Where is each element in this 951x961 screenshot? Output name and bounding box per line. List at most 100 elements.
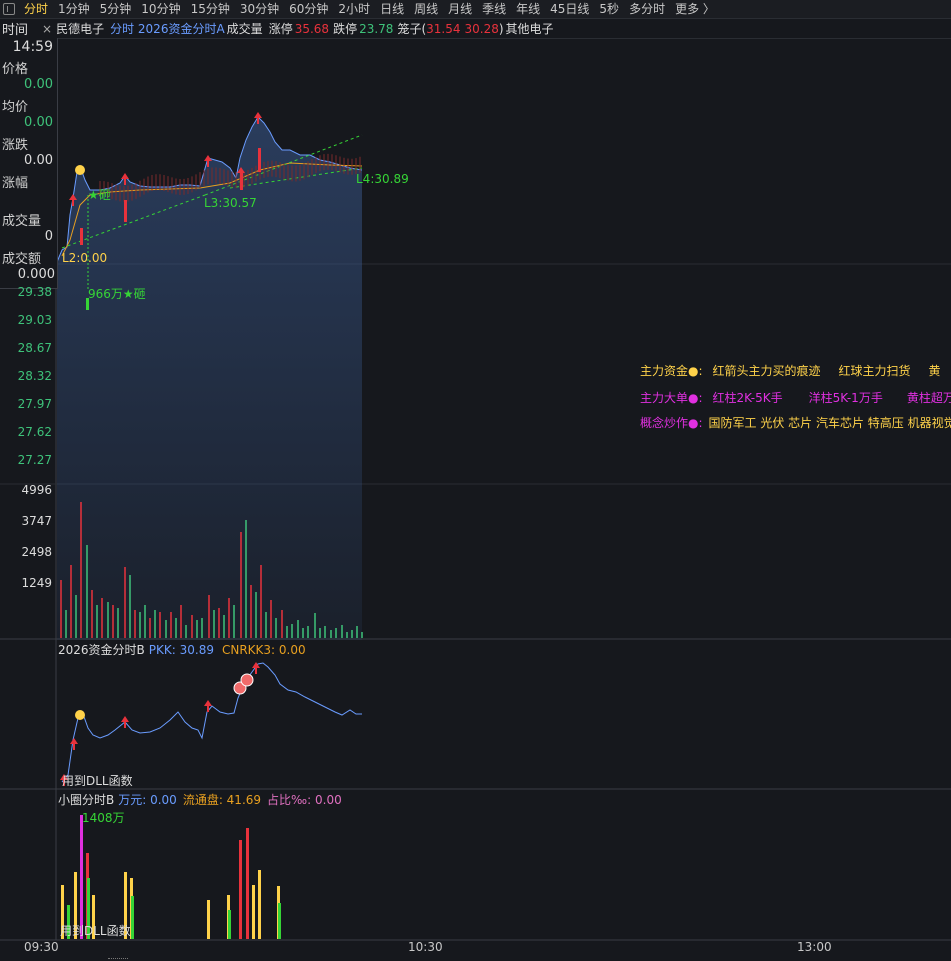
cage-high: 31.54: [426, 21, 461, 36]
cage-close: ): [498, 21, 504, 36]
yellow-ball-icon: [75, 710, 85, 720]
sector-name[interactable]: 其他电子: [506, 20, 554, 37]
tab-14[interactable]: 5秒: [594, 1, 624, 18]
subC-big-label: 1408万: [82, 811, 125, 825]
limit-down-value: 23.78: [359, 21, 394, 36]
buy-arrow-icon: [252, 662, 260, 674]
main-fund-bar: [124, 200, 127, 222]
subC-bar: [207, 900, 210, 939]
intraday-chart[interactable]: [0, 0, 951, 961]
info-bar: 时间 × 民德电子 分时 2026资金分时A 成交量 涨停 35.68 跌停 2…: [0, 19, 951, 39]
subB-header: 2026资金分时B PKK: 30.89 CNRKK3: 0.00: [58, 641, 306, 658]
main-fund-bar: [80, 228, 83, 245]
tab-7[interactable]: 2小时: [333, 1, 375, 18]
close-icon[interactable]: ×: [42, 22, 52, 36]
tab-13[interactable]: 45日线: [545, 1, 594, 18]
subC-bar: [80, 815, 83, 939]
price-tick: 27.62: [17, 425, 52, 439]
panel-time: 14:59: [12, 39, 53, 55]
buy-arrow-icon: [70, 738, 78, 750]
volume-tick: 2498: [21, 545, 52, 559]
legend-main-fund-title: 主力资金●:: [640, 364, 703, 378]
subB-line: [61, 662, 362, 783]
legend-concept-list: 国防军工 光伏 芯片 汽车芯片 特高压 机器视觉: [708, 416, 951, 430]
volume-tick: 3747: [21, 514, 52, 528]
subB-dll-note: 用到DLL函数: [62, 774, 133, 788]
amt-label: 成交额: [2, 252, 42, 267]
price-tick: 29.03: [17, 313, 52, 327]
subC-ltp: 流通盘: 41.69: [182, 793, 262, 807]
subC-bar: [258, 870, 261, 939]
tab-4[interactable]: 15分钟: [186, 1, 235, 18]
subC-bar: [246, 828, 249, 939]
label-l3: L3:30.57: [204, 196, 257, 210]
buy-arrow-icon: [237, 167, 245, 179]
buy-arrow-icon: [204, 700, 212, 712]
legend-main-yellow: 黄: [928, 364, 941, 378]
label-big-smash: 966万★砸: [88, 287, 146, 301]
sidebar-toggle-icon[interactable]: [3, 3, 15, 15]
formula-name[interactable]: 分时 2026资金分时A: [110, 20, 225, 37]
amt-value: 0.000: [17, 267, 55, 282]
legend-row-main-fund: 主力资金●: 红箭头主力买的痕迹 红球主力扫货 黄: [640, 362, 951, 379]
price-tick: 28.67: [17, 341, 52, 355]
main-fund-bar: [258, 148, 261, 172]
tab-9[interactable]: 周线: [409, 1, 443, 18]
tab-12[interactable]: 年线: [511, 1, 545, 18]
time-axis-1300: 13:00: [797, 940, 832, 954]
trend-line-1: [61, 194, 206, 249]
trend-line-3: [229, 167, 363, 189]
tab-5[interactable]: 30分钟: [235, 1, 284, 18]
tab-0[interactable]: 分时: [19, 1, 53, 18]
limit-down-label: 跌停: [333, 22, 358, 36]
price-value: 0.00: [24, 77, 53, 92]
red-ball-icon: [233, 681, 247, 695]
tab-15[interactable]: 多分时: [624, 1, 670, 18]
tab-16[interactable]: 更多 〉: [670, 1, 720, 18]
label-l2: L2:0.00: [62, 251, 108, 265]
legend-big-order-title: 主力大单●:: [640, 391, 703, 405]
subB-cnr: CNRKK3: 0.00: [221, 643, 306, 657]
tab-3[interactable]: 10分钟: [136, 1, 185, 18]
main-fund-bar: [240, 170, 243, 190]
time-axis-1030: 10:30: [408, 940, 443, 954]
legend-ocean-bar: 洋柱5K-1万手: [808, 391, 883, 405]
subC-zb: 占比‰: 0.00: [267, 793, 342, 807]
buy-arrow-icon: [254, 112, 262, 124]
legend-row-concept: 概念炒作●: 国防军工 光伏 芯片 汽车芯片 特高压 机器视觉: [640, 414, 951, 431]
tab-1[interactable]: 1分钟: [53, 1, 95, 18]
subC-title[interactable]: 小圈分时B: [58, 793, 114, 807]
red-ball-icon: [240, 673, 254, 687]
stock-name[interactable]: 民德电子: [56, 20, 104, 37]
tab-6[interactable]: 60分钟: [284, 1, 333, 18]
tab-2[interactable]: 5分钟: [95, 1, 137, 18]
limit-up-value: 35.68: [294, 21, 330, 36]
legend-concept-title: 概念炒作●:: [640, 416, 703, 430]
tab-8[interactable]: 日线: [375, 1, 409, 18]
limit-up-label: 涨停: [268, 22, 293, 36]
price-tick: 27.97: [17, 397, 52, 411]
quote-panel: 14:59 价格 0.00 均价 0.00 涨跌 0.00 涨幅 成交量 0 成…: [0, 38, 58, 289]
period-tab-bar: 分时 1分钟 5分钟 10分钟 15分钟 30分钟 60分钟 2小时 日线 周线 月线 季线 年线 45日…: [0, 0, 951, 19]
pct-label: 涨幅: [2, 176, 29, 191]
tab-11[interactable]: 季线: [477, 1, 511, 18]
subB-title[interactable]: 2026资金分时B: [58, 643, 145, 657]
volume-label: 成交量: [226, 22, 263, 36]
chg-value: 0.00: [24, 153, 53, 168]
legend-main-ball: 红球主力扫货: [838, 364, 911, 378]
legend-row-big-order: 主力大单●: 红柱2K-5K手 洋柱5K-1万手 黄柱超万: [640, 389, 951, 406]
subC-header: 小圈分时B 万元: 0.00 流通盘: 41.69 占比‰: 0.00: [58, 791, 342, 808]
subC-bar: [278, 903, 281, 939]
subC-bar: [131, 896, 134, 939]
price-tick: 29.38: [17, 285, 52, 299]
buy-arrow-icon: [121, 173, 129, 185]
label-star-smash: ★砸: [88, 188, 111, 202]
price-tick: 28.32: [17, 369, 52, 383]
label-l4: L4:30.89: [356, 172, 409, 186]
tab-10[interactable]: 月线: [443, 1, 477, 18]
time-label: 时间: [2, 23, 29, 38]
volume-tick: 4996: [21, 483, 52, 497]
time-axis-0930: 09:30: [24, 940, 59, 954]
cage-low: 30.28: [464, 21, 499, 36]
subB-pkk: PKK: 30.89: [148, 643, 214, 657]
